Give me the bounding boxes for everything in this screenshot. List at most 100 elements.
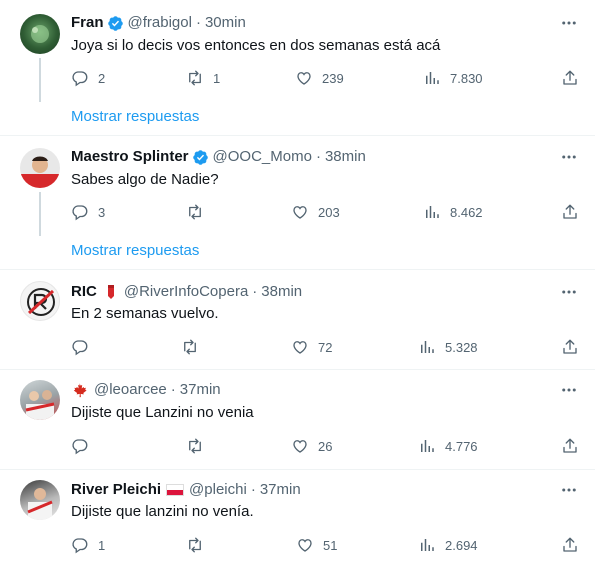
share-icon [563,204,577,219]
tweet-actions: 26 4.776 [71,436,579,456]
retweet-button[interactable] [186,535,213,555]
views-button[interactable]: 7.830 [423,68,483,88]
reply-button[interactable] [71,337,98,357]
user-handle[interactable]: @pleichi [189,480,247,500]
tweet[interactable]: @leoarcee · 37min Dijiste que Lanzini no… [0,370,595,470]
display-name[interactable]: Fran [71,13,104,33]
reply-button[interactable]: 3 [71,202,105,222]
like-button[interactable]: 203 [291,202,340,222]
heart-icon [293,206,307,219]
more-options-icon[interactable] [559,13,579,33]
share-button[interactable] [561,436,579,456]
verified-badge-icon [107,15,123,31]
views-button[interactable]: 8.462 [423,202,483,222]
like-button[interactable]: 239 [295,68,344,88]
more-options-icon[interactable] [559,480,579,500]
timestamp[interactable]: 38min [261,282,302,302]
user-handle[interactable]: @frabigol [128,13,192,33]
retweet-button[interactable]: 1 [186,68,220,88]
avatar[interactable] [20,480,60,520]
tweet-header: Maestro Splinter @OOC_Momo · 38min [71,147,366,167]
tweet[interactable]: RIC @RiverInfoCopera · 38min En 2 semana… [0,270,595,370]
view-count: 4.776 [445,438,478,454]
timestamp[interactable]: 38min [325,147,366,167]
reply-count: 2 [98,70,106,86]
like-count: 72 [318,339,333,355]
timestamp[interactable]: 37min [180,380,221,400]
reply-count: 3 [98,204,106,220]
show-replies-link[interactable]: Mostrar respuestas [71,107,199,127]
like-button[interactable]: 26 [291,436,332,456]
display-name[interactable]: River Pleichi [71,480,161,500]
timestamp[interactable]: 37min [260,480,301,500]
reply-button[interactable]: 2 [71,68,105,88]
tweet[interactable]: Maestro Splinter @OOC_Momo · 38min Sabes… [0,136,595,270]
more-options-icon[interactable] [559,380,579,400]
retweet-icon [189,204,201,220]
avatar[interactable] [20,14,60,54]
heart-icon [297,72,311,85]
avatar[interactable] [20,380,60,420]
tweet[interactable]: Fran @frabigol · 30min Joya si lo decis … [0,0,595,136]
retweet-icon [189,70,201,86]
retweet-button[interactable] [186,436,213,456]
like-button[interactable]: 72 [291,337,332,357]
tweet-text: En 2 semanas vuelvo. [71,305,219,322]
like-count: 26 [318,438,333,454]
reply-icon [72,538,88,554]
tweet-actions: 1 51 2.694 [71,535,579,555]
tweet-header: RIC @RiverInfoCopera · 38min [71,282,302,302]
analytics-icon [421,440,434,452]
reply-button[interactable]: 1 [71,535,105,555]
share-icon [563,70,577,85]
tweet[interactable]: River Pleichi @pleichi · 37min Dijiste q… [0,470,595,567]
retweet-button[interactable] [186,202,213,222]
show-replies-link[interactable]: Mostrar respuestas [71,241,199,261]
retweet-button[interactable] [181,337,208,357]
more-options-icon[interactable] [559,282,579,302]
display-name[interactable]: Maestro Splinter [71,147,189,167]
tweet-header: River Pleichi @pleichi · 37min [71,480,301,500]
heart-icon [298,539,312,552]
user-handle[interactable]: @OOC_Momo [213,147,312,167]
separator-dot: · [250,481,256,498]
separator-dot: · [195,14,201,31]
thread-line [39,58,41,102]
user-handle[interactable]: @RiverInfoCopera [124,282,248,302]
tweet-actions: 2 1 239 7.830 [71,68,579,88]
views-button[interactable]: 5.328 [418,337,478,357]
share-button[interactable] [561,535,579,555]
share-button[interactable] [561,202,579,222]
tweet-text: Joya si lo decis vos entonces en dos sem… [71,37,441,54]
views-button[interactable]: 2.694 [418,535,478,555]
timestamp[interactable]: 30min [205,13,246,33]
reply-icon [72,439,88,455]
avatar[interactable] [20,148,60,188]
like-count: 239 [322,70,344,86]
share-button[interactable] [561,337,579,357]
separator-dot: · [252,283,258,300]
display-name[interactable]: RIC [71,282,97,302]
like-count: 203 [318,204,340,220]
maple-leaf-icon [73,382,87,397]
user-handle[interactable]: @leoarcee [94,380,167,400]
tweet-text: Sabes algo de Nadie? [71,171,219,188]
views-button[interactable]: 4.776 [418,436,478,456]
like-button[interactable]: 51 [296,535,337,555]
thread-line [39,192,41,236]
more-options-icon[interactable] [559,147,579,167]
share-icon [563,438,577,453]
reply-icon [72,71,88,87]
tweet-text: Dijiste que Lanzini no venia [71,404,254,421]
heart-icon [293,440,307,453]
avatar[interactable] [20,281,60,321]
tweet-header: @leoarcee · 37min [71,380,221,400]
reply-button[interactable] [71,436,98,456]
view-count: 7.830 [450,70,483,86]
separator-dot: · [170,381,176,398]
view-count: 2.694 [445,537,478,553]
share-button[interactable] [561,68,579,88]
retweet-icon [189,438,201,454]
verified-badge-icon [192,149,208,165]
view-count: 5.328 [445,339,478,355]
